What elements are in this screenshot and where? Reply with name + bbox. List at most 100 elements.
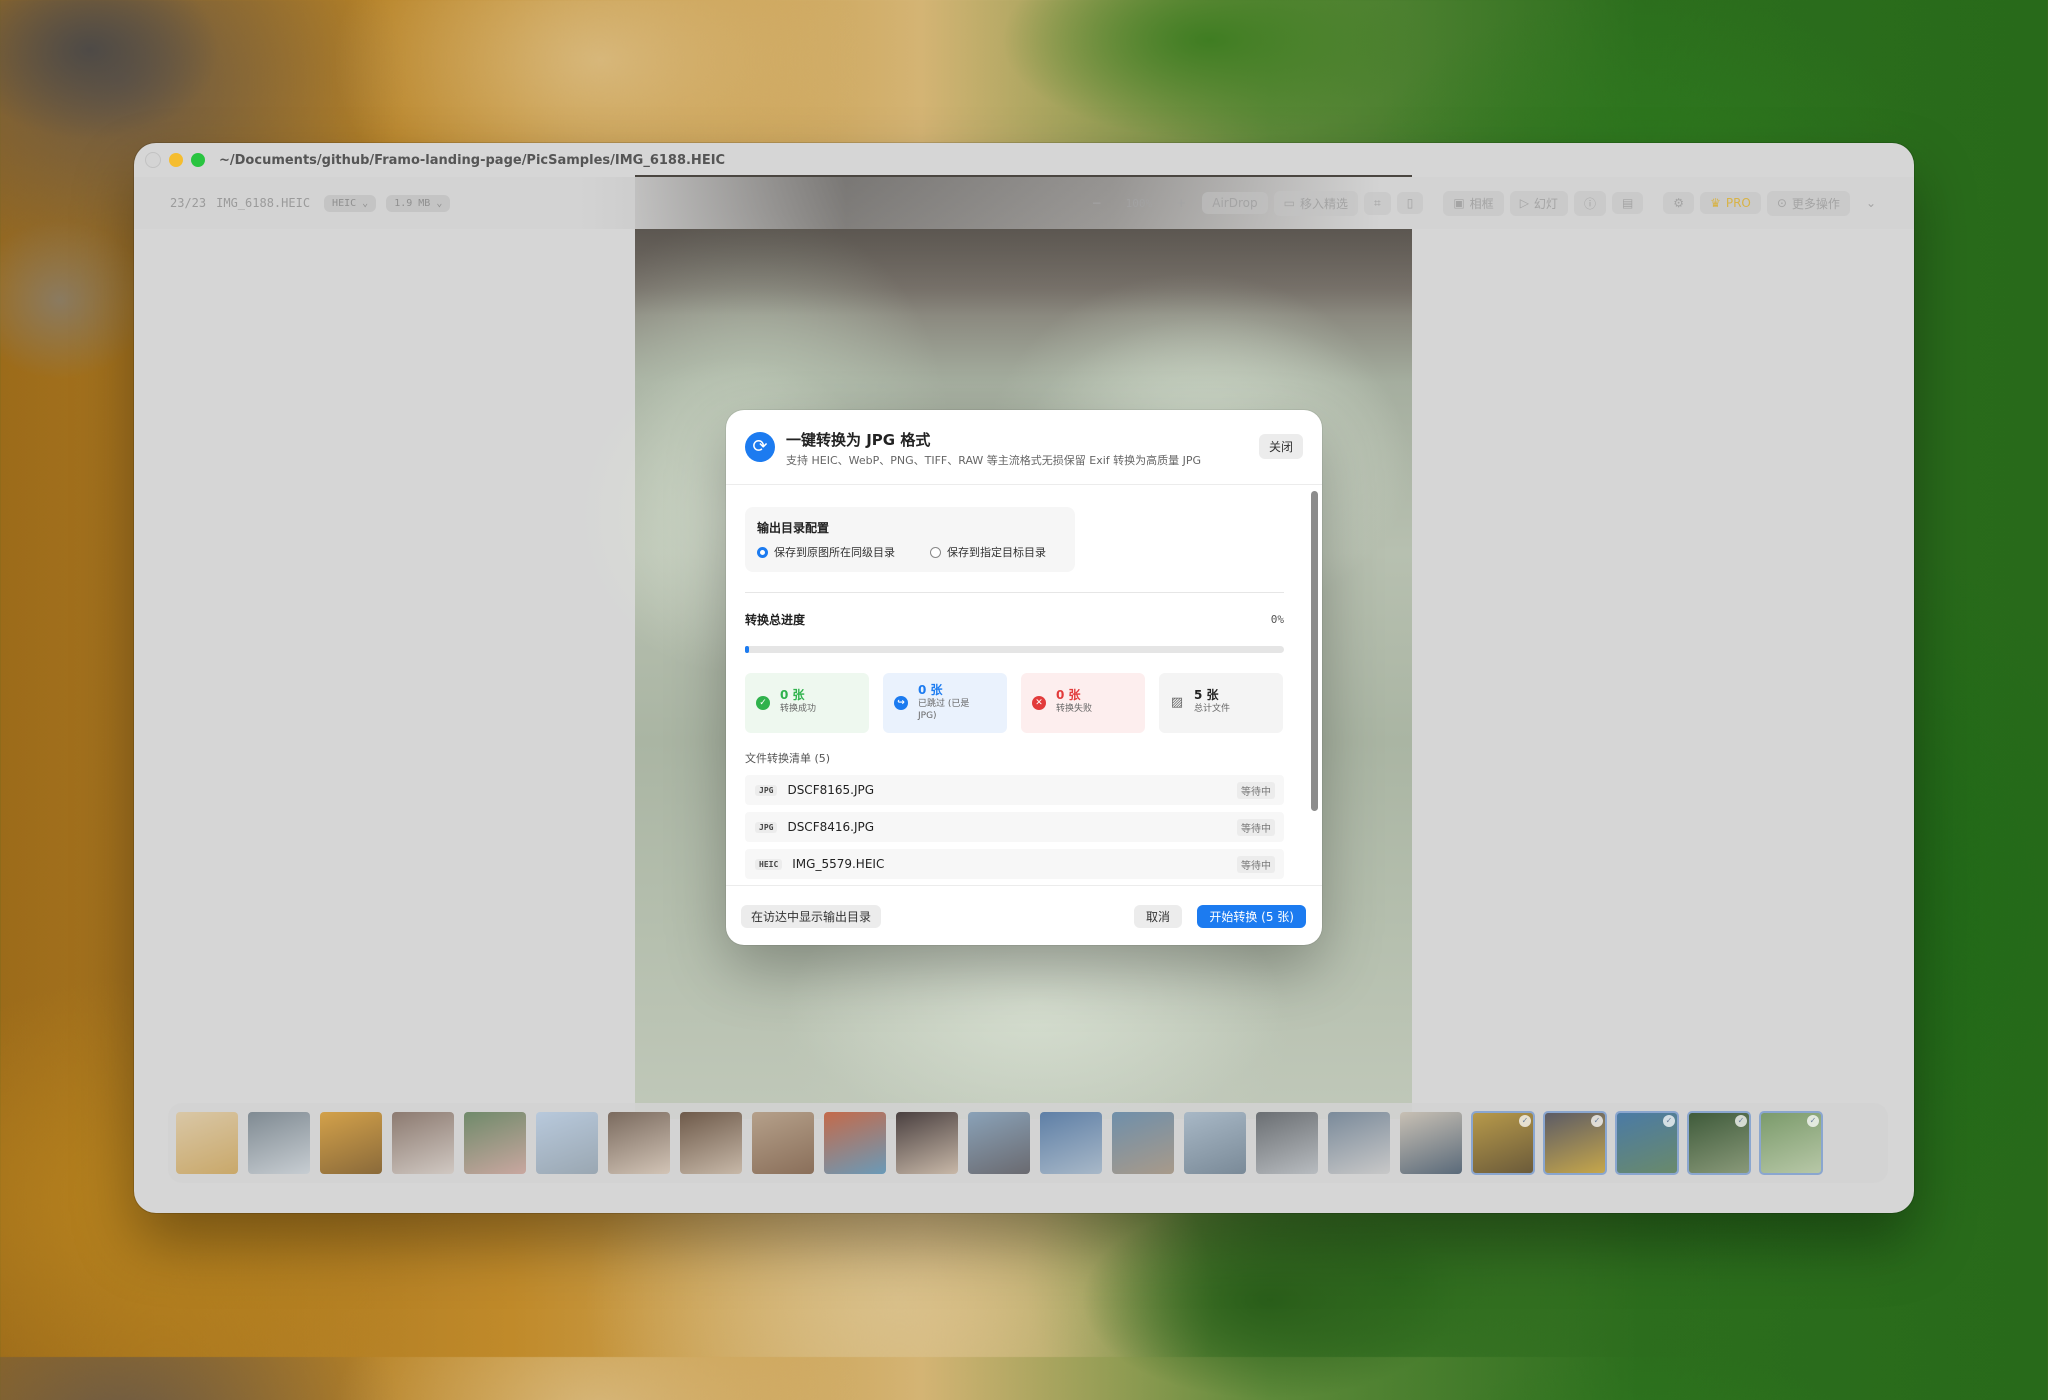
pro-button[interactable]: ♛ PRO (1700, 192, 1761, 214)
output-config-title: 输出目录配置 (757, 521, 830, 535)
format-dropdown[interactable]: HEIC ⌄ (324, 194, 377, 212)
file-row[interactable]: JPG DSCF8416.JPG 等待中 (745, 812, 1284, 842)
dialog-title: 一键转换为 JPG 格式 (786, 431, 931, 449)
stat-label: 转换成功 (780, 704, 817, 714)
filmstrip-thumbnail[interactable] (1040, 1112, 1102, 1174)
file-status: 等待中 (1237, 855, 1275, 873)
stat-value: 5 张 (1194, 688, 1219, 702)
filmstrip-thumbnail[interactable] (1400, 1112, 1462, 1174)
format-value: HEIC (332, 197, 357, 209)
title-bar: ~/Documents/github/Framo-landing-page/Pi… (134, 143, 1914, 177)
airdrop-button[interactable]: AirDrop (1202, 192, 1268, 214)
filmstrip-thumbnail[interactable] (824, 1112, 886, 1174)
filmstrip-thumbnail[interactable]: ✓ (1687, 1111, 1751, 1175)
stat-failed: ✕ 0 张 转换失败 (1021, 673, 1145, 733)
zoom-in-button[interactable]: + (1166, 192, 1196, 214)
stat-label: 转换失败 (1056, 704, 1093, 714)
filmstrip-thumbnail[interactable] (752, 1112, 814, 1174)
filmstrip-thumbnail[interactable]: ✓ (1543, 1111, 1607, 1175)
progress-percent: 0% (1270, 613, 1284, 626)
filmstrip-thumbnail[interactable] (968, 1112, 1030, 1174)
skip-arrow-icon: ↪ (894, 696, 908, 710)
progress-fill (745, 646, 750, 653)
settings-button[interactable]: ⚙ (1663, 192, 1695, 214)
checkmark-icon: ✓ (1519, 1115, 1531, 1127)
slideshow-label: 幻灯 (1533, 196, 1558, 211)
stat-value: 0 张 (1056, 688, 1081, 702)
filmstrip-thumbnail[interactable] (1256, 1112, 1318, 1174)
crown-icon: ♛ (1710, 196, 1721, 210)
filmstrip-thumbnail[interactable] (536, 1112, 598, 1174)
ellipsis-icon: ⊙ (1776, 196, 1787, 210)
more-chevron[interactable]: ⌄ (1856, 192, 1886, 214)
section-divider (745, 592, 1284, 593)
more-actions-button[interactable]: ⊙ 更多操作 (1766, 190, 1850, 216)
close-window-button[interactable] (145, 152, 161, 168)
radio-custom-directory[interactable]: 保存到指定目标目录 (930, 544, 1046, 560)
minimize-window-button[interactable] (169, 153, 183, 167)
filmstrip-thumbnail[interactable] (320, 1112, 382, 1174)
crop-icon: ⌗ (1373, 195, 1381, 210)
radio-button[interactable] (930, 546, 941, 558)
file-name: IMG_5579.HEIC (792, 857, 885, 871)
scrollbar-thumb[interactable] (1311, 491, 1318, 811)
delete-button[interactable]: ▯ (1396, 192, 1424, 214)
folder-icon: ▭ (1283, 196, 1295, 210)
slideshow-button[interactable]: ▷ 幻灯 (1509, 190, 1568, 216)
dialog-header: ⟳ 一键转换为 JPG 格式 支持 HEIC、WebP、PNG、TIFF、RAW… (726, 410, 1322, 485)
gear-icon: ⚙ (1673, 196, 1685, 210)
start-conversion-button[interactable]: 开始转换 (5 张) (1197, 905, 1306, 928)
checkmark-icon: ✓ (1591, 1115, 1603, 1127)
filmstrip-thumbnail[interactable]: ✓ (1471, 1111, 1535, 1175)
dialog-close-button[interactable]: 关闭 (1258, 434, 1303, 459)
move-to-favorites-button[interactable]: ▭ 移入精选 (1273, 190, 1358, 216)
info-icon: ⓘ (1583, 196, 1596, 211)
progress-bar (745, 646, 1284, 653)
image-icon: ▣ (1453, 196, 1465, 210)
cancel-button[interactable]: 取消 (1133, 905, 1182, 928)
radio-button[interactable] (757, 546, 768, 558)
dialog-scrollbar[interactable] (1309, 489, 1319, 875)
filmstrip-thumbnail[interactable]: ✓ (1615, 1111, 1679, 1175)
convert-button[interactable]: ▤ (1611, 192, 1644, 214)
zoom-out-button[interactable]: − (1082, 192, 1112, 214)
album-frame-button[interactable]: ▣ 相框 (1443, 190, 1504, 216)
move-to-label: 移入精选 (1299, 196, 1348, 211)
filmstrip-thumbnail[interactable] (1184, 1112, 1246, 1174)
stat-value: 0 张 (918, 683, 943, 697)
radio-same-directory[interactable]: 保存到原图所在同级目录 (757, 544, 895, 560)
wallpaper-foliage (1080, 1200, 1460, 1400)
size-dropdown[interactable]: 1.9 MB ⌄ (386, 194, 451, 212)
filmstrip-thumbnail[interactable] (896, 1112, 958, 1174)
file-status: 等待中 (1237, 781, 1275, 799)
file-row[interactable]: JPG DSCF8165.JPG 等待中 (745, 775, 1284, 805)
show-in-finder-button[interactable]: 在访达中显示输出目录 (741, 905, 882, 928)
file-name: DSCF8165.JPG (787, 783, 875, 797)
filmstrip: ✓ ✓ ✓ ✓ ✓ (168, 1103, 1888, 1183)
filmstrip-thumbnail[interactable] (1328, 1112, 1390, 1174)
filmstrip-thumbnail[interactable] (680, 1112, 742, 1174)
check-icon: ✓ (756, 696, 770, 710)
pro-label: PRO (1725, 196, 1751, 210)
photo-stack-icon: ▤ (1621, 196, 1634, 210)
dialog-footer: 在访达中显示输出目录 取消 开始转换 (5 张) (726, 885, 1322, 945)
checkmark-icon: ✓ (1807, 1115, 1819, 1127)
zoom-window-button[interactable] (191, 153, 205, 167)
filmstrip-thumbnail[interactable] (464, 1112, 526, 1174)
progress-label: 转换总进度 (745, 613, 806, 627)
stat-label: 总计文件 (1194, 704, 1231, 714)
filmstrip-thumbnail[interactable]: ✓ (1759, 1111, 1823, 1175)
window-title: ~/Documents/github/Framo-landing-page/Pi… (219, 152, 726, 168)
file-format-badge: JPG (755, 821, 778, 833)
filmstrip-thumbnail[interactable] (1112, 1112, 1174, 1174)
crop-button[interactable]: ⌗ (1363, 191, 1391, 215)
chevron-down-icon: ⌄ (362, 197, 369, 209)
chevron-down-icon: ⌄ (436, 197, 443, 209)
filmstrip-thumbnail[interactable] (176, 1112, 238, 1174)
filmstrip-thumbnail[interactable] (248, 1112, 310, 1174)
filmstrip-thumbnail[interactable] (608, 1112, 670, 1174)
album-label: 相框 (1469, 196, 1494, 211)
info-button[interactable]: ⓘ (1573, 190, 1606, 216)
filmstrip-thumbnail[interactable] (392, 1112, 454, 1174)
file-row[interactable]: HEIC IMG_5579.HEIC 等待中 (745, 849, 1284, 879)
